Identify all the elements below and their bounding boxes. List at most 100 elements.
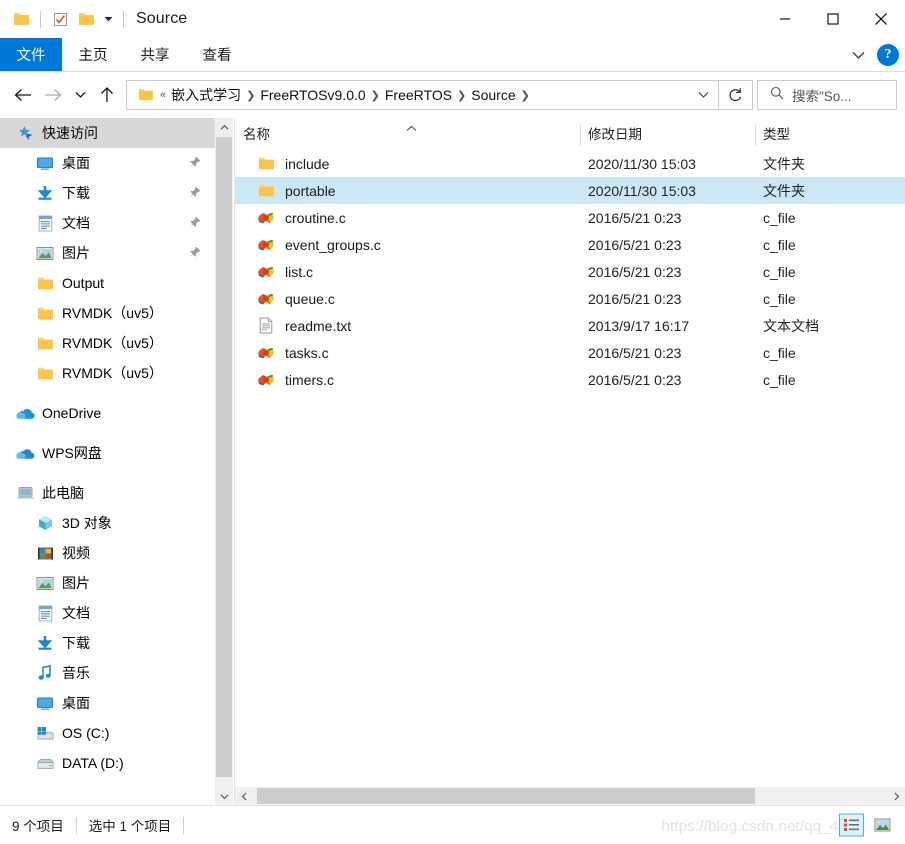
- table-row[interactable]: readme.txt 2013/9/17 16:17 文本文档: [235, 312, 905, 339]
- up-button[interactable]: [92, 80, 122, 110]
- sidebar-item-20[interactable]: 音乐: [0, 658, 215, 688]
- sidebar-item-label: WPS网盘: [42, 445, 102, 461]
- sidebar-item-18[interactable]: 文档: [0, 598, 215, 628]
- sidebar-item-4[interactable]: 图片: [0, 238, 215, 268]
- tab-file[interactable]: 文件: [0, 38, 62, 71]
- nav-group-gap: [0, 468, 215, 478]
- search-box[interactable]: 搜索"So...: [757, 80, 897, 110]
- help-button[interactable]: ?: [877, 44, 899, 66]
- recent-locations-button[interactable]: [68, 80, 92, 110]
- tab-home[interactable]: 主页: [62, 38, 124, 71]
- sidebar-item-7[interactable]: RVMDK（uv5）: [0, 328, 215, 358]
- tab-view[interactable]: 查看: [186, 38, 248, 71]
- sidebar-item-label: 下载: [62, 185, 90, 201]
- file-name-label: readme.txt: [285, 317, 352, 334]
- sidebar-item-16[interactable]: 视频: [0, 538, 215, 568]
- chevron-right-icon[interactable]: [887, 787, 905, 805]
- file-type-cell: 文件夹: [763, 155, 805, 172]
- refresh-button[interactable]: [719, 80, 753, 110]
- table-row[interactable]: list.c 2016/5/21 0:23 c_file: [235, 258, 905, 285]
- navigation-scrollbar[interactable]: [215, 118, 233, 805]
- c-file-icon: [257, 291, 275, 307]
- chevron-down-icon[interactable]: [215, 787, 233, 805]
- sidebar-item-label: OS (C:): [62, 725, 110, 741]
- breadcrumb-chevron-3[interactable]: ❯: [520, 89, 531, 102]
- table-row[interactable]: include 2020/11/30 15:03 文件夹: [235, 150, 905, 177]
- breadcrumb-item-0[interactable]: 嵌入式学习: [167, 83, 245, 107]
- folder-icon: [32, 306, 58, 321]
- toolbar-divider: [40, 10, 41, 28]
- breadcrumb-chevron-0[interactable]: ❯: [245, 89, 256, 102]
- sidebar-item-2[interactable]: 下载: [0, 178, 215, 208]
- nav-group-gap: [0, 388, 215, 398]
- sidebar-item-3[interactable]: 文档: [0, 208, 215, 238]
- table-row[interactable]: timers.c 2016/5/21 0:23 c_file: [235, 366, 905, 393]
- maximize-button[interactable]: [809, 0, 857, 38]
- pin-icon[interactable]: [189, 155, 201, 171]
- folder-icon[interactable]: [8, 6, 34, 32]
- customize-quick-access-caret[interactable]: [99, 7, 117, 31]
- table-row[interactable]: croutine.c 2016/5/21 0:23 c_file: [235, 204, 905, 231]
- address-dropdown-icon[interactable]: [692, 82, 714, 108]
- column-header-type[interactable]: 类型: [755, 120, 885, 150]
- back-button[interactable]: [8, 80, 38, 110]
- sidebar-item-23[interactable]: DATA (D:): [0, 748, 215, 778]
- breadcrumb-item-2[interactable]: FreeRTOS: [381, 85, 456, 105]
- new-folder-icon[interactable]: [73, 6, 99, 32]
- properties-icon[interactable]: [47, 6, 73, 32]
- sidebar-item-22[interactable]: OS (C:): [0, 718, 215, 748]
- address-folder-icon: [133, 88, 159, 102]
- table-row[interactable]: queue.c 2016/5/21 0:23 c_file: [235, 285, 905, 312]
- sidebar-item-1[interactable]: 桌面: [0, 148, 215, 178]
- pin-icon[interactable]: [189, 215, 201, 231]
- navigation-scrollbar-thumb[interactable]: [216, 137, 232, 777]
- breadcrumb-chevron-2[interactable]: ❯: [456, 89, 467, 102]
- ribbon-right-controls: ?: [845, 38, 899, 72]
- file-name-cell: tasks.c: [235, 345, 580, 361]
- chevron-left-icon[interactable]: [235, 787, 253, 805]
- column-header-date[interactable]: 修改日期: [580, 120, 755, 150]
- pin-icon[interactable]: [189, 185, 201, 201]
- sidebar-item-17[interactable]: 图片: [0, 568, 215, 598]
- file-list-horizontal-scrollbar[interactable]: [235, 787, 905, 805]
- file-list-pane: 名称 修改日期 类型 include 2020/11/30 15:03 文件夹 por…: [234, 118, 905, 805]
- forward-button[interactable]: [38, 80, 68, 110]
- file-name-cell: portable: [235, 183, 580, 199]
- chevron-down-icon[interactable]: [845, 42, 871, 68]
- pin-icon[interactable]: [189, 245, 201, 261]
- sidebar-item-14[interactable]: 此电脑: [0, 478, 215, 508]
- sidebar-item-10[interactable]: OneDrive: [0, 398, 215, 428]
- sidebar-item-12[interactable]: WPS网盘: [0, 438, 215, 468]
- sidebar-item-21[interactable]: 桌面: [0, 688, 215, 718]
- address-breadcrumb-bar[interactable]: « 嵌入式学习 ❯ FreeRTOSv9.0.0 ❯ FreeRTOS ❯ So…: [126, 80, 719, 110]
- file-type-cell: 文本文档: [763, 317, 819, 334]
- sidebar-item-19[interactable]: 下载: [0, 628, 215, 658]
- breadcrumb-chevron-1[interactable]: ❯: [370, 89, 381, 102]
- sidebar-item-15[interactable]: 3D 对象: [0, 508, 215, 538]
- horizontal-scrollbar-thumb[interactable]: [257, 788, 755, 804]
- column-header-name[interactable]: 名称: [235, 120, 580, 150]
- table-row[interactable]: portable 2020/11/30 15:03 文件夹: [235, 177, 905, 204]
- sidebar-item-6[interactable]: RVMDK（uv5）: [0, 298, 215, 328]
- chevron-up-icon[interactable]: [215, 118, 233, 136]
- sidebar-item-0[interactable]: 快速访问: [0, 118, 215, 148]
- nav-group-gap: [0, 428, 215, 438]
- table-row[interactable]: tasks.c 2016/5/21 0:23 c_file: [235, 339, 905, 366]
- sidebar-item-label: RVMDK（uv5）: [62, 335, 163, 351]
- breadcrumb-item-1[interactable]: FreeRTOSv9.0.0: [256, 85, 369, 105]
- horizontal-scroll-track[interactable]: [253, 787, 887, 805]
- folder-icon: [32, 276, 58, 291]
- sidebar-item-5[interactable]: Output: [0, 268, 215, 298]
- minimize-button[interactable]: [761, 0, 809, 38]
- file-type-cell: c_file: [763, 263, 796, 280]
- breadcrumb-overflow[interactable]: «: [159, 89, 167, 101]
- tab-share[interactable]: 共享: [124, 38, 186, 71]
- breadcrumb-item-3[interactable]: Source: [467, 85, 519, 105]
- large-icons-view-button[interactable]: [870, 814, 895, 837]
- sidebar-item-8[interactable]: RVMDK（uv5）: [0, 358, 215, 388]
- table-row[interactable]: event_groups.c 2016/5/21 0:23 c_file: [235, 231, 905, 258]
- sort-ascending-icon: [405, 120, 418, 135]
- sidebar-item-label: 此电脑: [42, 485, 84, 501]
- close-button[interactable]: [857, 0, 905, 38]
- details-view-button[interactable]: [839, 813, 864, 837]
